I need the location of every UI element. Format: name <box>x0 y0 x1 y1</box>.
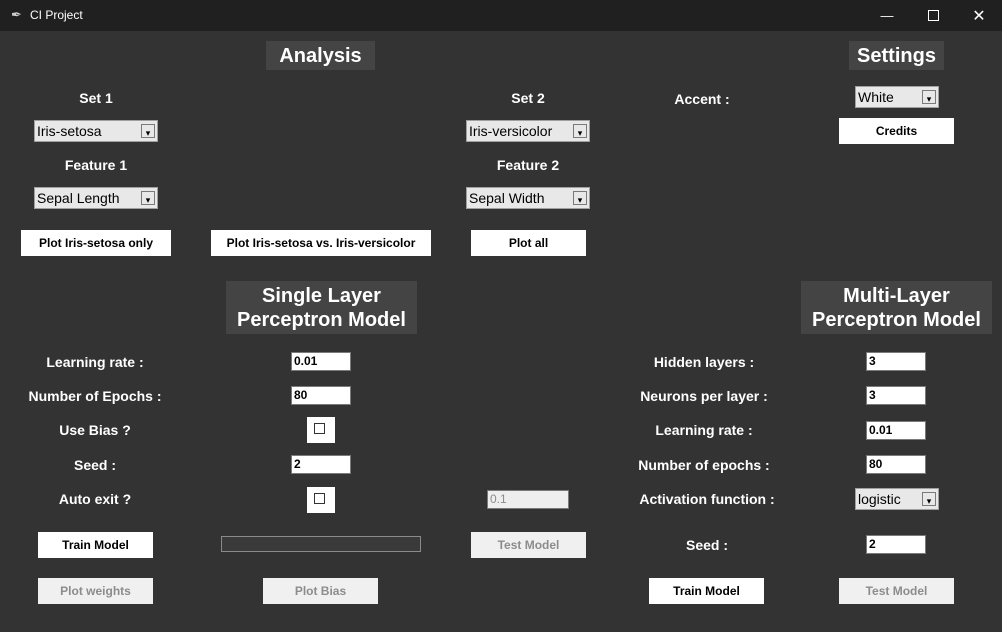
feature2-label: Feature 2 <box>496 157 560 173</box>
set1-label: Set 1 <box>79 90 113 106</box>
chevron-down-icon[interactable]: ▾ <box>922 492 936 506</box>
auto-exit-threshold-input[interactable]: 0.1 <box>487 490 569 509</box>
set2-label: Set 2 <box>511 90 545 106</box>
feature2-combobox[interactable]: Sepal Width ▾ <box>466 187 590 209</box>
set2-value: Iris-versicolor <box>469 123 553 139</box>
slp-heading-line2: Perceptron Model <box>237 308 406 331</box>
app-window: ✒ CI Project — ✕ Analysis Set 1 Iris-set… <box>0 0 1002 632</box>
maximize-icon <box>927 10 939 21</box>
slp-learning-rate-label: Learning rate : <box>46 354 144 370</box>
plot-weights-button[interactable]: Plot weights <box>38 578 153 604</box>
maximize-button[interactable] <box>910 0 956 31</box>
use-bias-checkbox[interactable] <box>314 423 325 434</box>
auto-exit-label: Auto exit ? <box>58 491 132 507</box>
minimize-icon: — <box>880 8 894 23</box>
slp-learning-rate-input[interactable]: 0.01 <box>291 352 351 371</box>
minimize-button[interactable]: — <box>864 0 910 31</box>
mlp-heading: Multi-Layer Perceptron Model <box>801 281 992 334</box>
auto-exit-checkbox[interactable] <box>314 493 325 504</box>
mlp-heading-line1: Multi-Layer <box>843 284 950 307</box>
plot-bias-button[interactable]: Plot Bias <box>263 578 378 604</box>
neurons-per-layer-input[interactable]: 3 <box>866 386 926 405</box>
training-progress-bar <box>221 536 421 552</box>
use-bias-label: Use Bias ? <box>59 422 131 438</box>
window-title: CI Project <box>30 8 83 22</box>
use-bias-checkbox-container[interactable] <box>307 417 335 443</box>
slp-test-button[interactable]: Test Model <box>471 532 586 558</box>
chevron-down-icon[interactable]: ▾ <box>922 90 936 104</box>
slp-heading-line1: Single Layer <box>262 284 381 307</box>
plot-set1-vs-set2-button[interactable]: Plot Iris-setosa vs. Iris-versicolor <box>211 230 431 256</box>
feature2-value: Sepal Width <box>469 190 545 206</box>
accent-value: White <box>858 89 894 105</box>
mlp-heading-line2: Perceptron Model <box>812 308 981 331</box>
mlp-test-button[interactable]: Test Model <box>839 578 954 604</box>
set1-combobox[interactable]: Iris-setosa ▾ <box>34 120 158 142</box>
slp-epochs-label: Number of Epochs : <box>28 388 162 404</box>
analysis-heading: Analysis <box>266 41 375 70</box>
set2-combobox[interactable]: Iris-versicolor ▾ <box>466 120 590 142</box>
auto-exit-checkbox-container[interactable] <box>307 487 335 513</box>
slp-heading: Single Layer Perceptron Model <box>226 281 417 334</box>
set1-value: Iris-setosa <box>37 123 102 139</box>
hidden-layers-input[interactable]: 3 <box>866 352 926 371</box>
chevron-down-icon[interactable]: ▾ <box>141 191 155 205</box>
feature1-combobox[interactable]: Sepal Length ▾ <box>34 187 158 209</box>
close-icon: ✕ <box>972 7 986 25</box>
mlp-seed-input[interactable]: 2 <box>866 535 926 554</box>
chevron-down-icon[interactable]: ▾ <box>141 124 155 138</box>
slp-epochs-input[interactable]: 80 <box>291 386 351 405</box>
activation-function-combobox[interactable]: logistic ▾ <box>855 488 939 510</box>
close-button[interactable]: ✕ <box>956 0 1002 31</box>
plot-set1-button[interactable]: Plot Iris-setosa only <box>21 230 171 256</box>
chevron-down-icon[interactable]: ▾ <box>573 124 587 138</box>
mlp-epochs-input[interactable]: 80 <box>866 455 926 474</box>
slp-seed-input[interactable]: 2 <box>291 455 351 474</box>
feature1-value: Sepal Length <box>37 190 120 206</box>
activation-function-value: logistic <box>858 491 901 507</box>
mlp-seed-label: Seed : <box>685 537 729 553</box>
feature1-label: Feature 1 <box>64 157 128 173</box>
mlp-learning-rate-label: Learning rate : <box>655 422 753 438</box>
credits-button[interactable]: Credits <box>839 118 954 144</box>
slp-seed-label: Seed : <box>73 457 117 473</box>
mlp-learning-rate-input[interactable]: 0.01 <box>866 421 926 440</box>
accent-label: Accent : <box>674 91 730 107</box>
mlp-train-button[interactable]: Train Model <box>649 578 764 604</box>
slp-train-button[interactable]: Train Model <box>38 532 153 558</box>
settings-heading: Settings <box>849 41 944 70</box>
plot-all-button[interactable]: Plot all <box>471 230 586 256</box>
chevron-down-icon[interactable]: ▾ <box>573 191 587 205</box>
hidden-layers-label: Hidden layers : <box>653 354 755 370</box>
main-content: Analysis Set 1 Iris-setosa ▾ Feature 1 S… <box>1 31 1001 631</box>
neurons-per-layer-label: Neurons per layer : <box>640 388 768 404</box>
feather-icon: ✒ <box>11 7 22 22</box>
accent-combobox[interactable]: White ▾ <box>855 86 939 108</box>
activation-function-label: Activation function : <box>639 491 775 507</box>
mlp-epochs-label: Number of epochs : <box>638 457 770 473</box>
title-bar[interactable]: ✒ CI Project — ✕ <box>0 0 1002 31</box>
